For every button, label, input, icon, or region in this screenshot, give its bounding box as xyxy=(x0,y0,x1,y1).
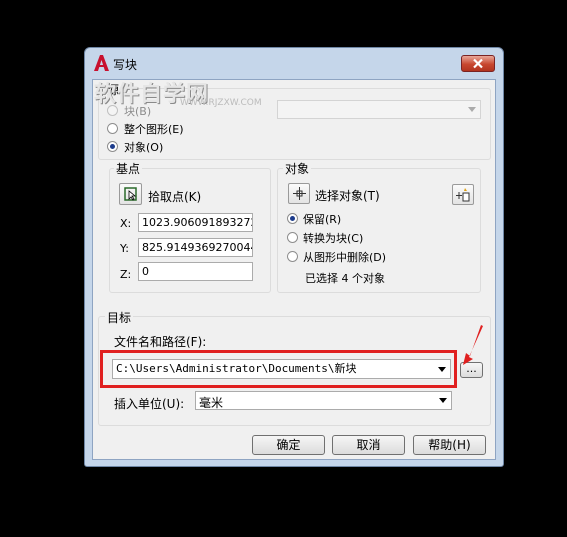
file-path-combobox[interactable]: C:\Users\Administrator\Documents\新块 xyxy=(112,359,451,379)
source-objects-radio[interactable] xyxy=(107,141,118,152)
dialog-body: 源 块(B) 整个图形(E) 对象(O) 基点 拾取点(K) X: 1023.9… xyxy=(92,79,496,460)
ok-button[interactable]: 确定 xyxy=(252,435,325,455)
pick-point-icon xyxy=(124,187,137,201)
source-entire-drawing-label: 整个图形(E) xyxy=(124,123,184,136)
y-coordinate-input[interactable]: 825.9149369270044 xyxy=(138,238,253,257)
autocad-icon xyxy=(92,54,110,72)
pick-point-label: 拾取点(K) xyxy=(148,190,202,204)
file-path-value: C:\Users\Administrator\Documents\新块 xyxy=(116,362,357,375)
z-coordinate-input[interactable]: 0 xyxy=(138,262,253,281)
insert-units-label: 插入单位(U): xyxy=(114,397,185,411)
window-title: 写块 xyxy=(113,58,138,72)
insert-units-value: 毫米 xyxy=(199,396,224,410)
close-button[interactable] xyxy=(461,55,495,72)
close-icon xyxy=(473,58,483,69)
x-label: X: xyxy=(120,217,132,230)
basepoint-group-title: 基点 xyxy=(114,160,143,177)
select-objects-button[interactable] xyxy=(288,183,310,204)
path-label: 文件名和路径(F): xyxy=(114,335,207,349)
pick-point-button[interactable] xyxy=(119,183,142,205)
destination-group-title: 目标 xyxy=(105,309,134,326)
x-coordinate-input[interactable]: 1023.906091893272 xyxy=(138,213,253,232)
y-label: Y: xyxy=(120,242,129,255)
retain-label: 保留(R) xyxy=(303,213,342,226)
select-objects-label: 选择对象(T) xyxy=(315,189,380,203)
quick-select-button[interactable] xyxy=(452,184,474,205)
crosshair-icon xyxy=(293,187,306,200)
red-arrow-icon xyxy=(463,325,483,365)
source-objects-label: 对象(O) xyxy=(124,141,164,154)
z-label: Z: xyxy=(120,268,132,281)
delete-from-drawing-label: 从图形中删除(D) xyxy=(303,251,387,264)
objects-group-title: 对象 xyxy=(283,160,312,177)
retain-radio[interactable] xyxy=(287,213,298,224)
help-button[interactable]: 帮助(H) xyxy=(413,435,486,455)
insert-units-select[interactable]: 毫米 xyxy=(195,391,452,410)
selected-objects-status: 已选择 4 个对象 xyxy=(305,272,385,285)
quick-select-icon xyxy=(456,188,470,202)
chevron-down-icon xyxy=(439,398,447,403)
source-entire-drawing-radio[interactable] xyxy=(107,123,118,134)
chevron-down-icon xyxy=(468,107,476,112)
convert-to-block-label: 转换为块(C) xyxy=(303,232,364,245)
delete-from-drawing-radio[interactable] xyxy=(287,251,298,262)
cancel-button[interactable]: 取消 xyxy=(332,435,405,455)
title-bar[interactable]: 写块 xyxy=(85,48,503,78)
chevron-down-icon xyxy=(438,367,446,372)
write-block-dialog: 写块 源 块(B) 整个图形(E) 对象(O) 基点 拾取点(K) X: 102… xyxy=(84,47,504,467)
block-name-select xyxy=(277,100,481,119)
convert-to-block-radio[interactable] xyxy=(287,232,298,243)
watermark-url: WWW.RJZXW.COM xyxy=(180,98,262,108)
